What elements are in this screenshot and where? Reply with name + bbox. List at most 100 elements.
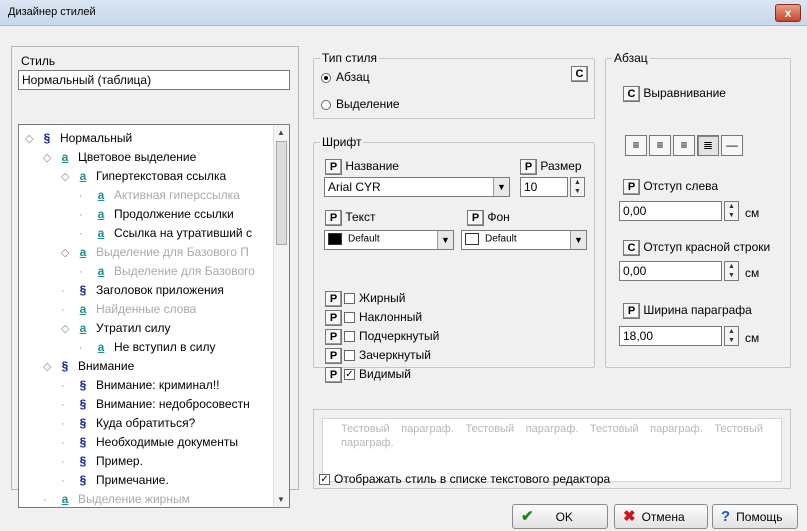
left-indent-input[interactable]: 0,00: [619, 201, 722, 221]
show-in-list-box[interactable]: ✓: [319, 474, 330, 486]
first-indent-input[interactable]: 0,00: [619, 261, 722, 281]
tree-item[interactable]: · a Активная гиперссылка: [79, 186, 240, 205]
text-color-p-button[interactable]: P: [325, 210, 342, 226]
font-check-p-button[interactable]: P: [325, 291, 342, 307]
scroll-down-icon[interactable]: ▼: [277, 495, 285, 504]
font-size-input[interactable]: 10: [520, 177, 568, 197]
scroll-up-icon[interactable]: ▲: [277, 128, 285, 137]
tree-item[interactable]: · a Ссылка на утративший с: [79, 224, 252, 243]
align-left-icon[interactable]: ≡: [625, 135, 647, 156]
font-size-spinner[interactable]: ▲ ▼: [570, 177, 585, 197]
tree-item[interactable]: · a Продолжение ссылки: [79, 205, 234, 224]
text-color-select[interactable]: Default ▼: [324, 230, 454, 250]
tree-item[interactable]: · § Необходимые документы: [61, 433, 238, 452]
tree-connector: ·: [79, 209, 83, 221]
width-input[interactable]: 18,00: [619, 326, 722, 346]
alignment-label: Выравнивание: [643, 86, 726, 100]
expand-icon[interactable]: ◇: [61, 168, 73, 187]
font-check-box[interactable]: [344, 331, 355, 343]
font-size-p-button[interactable]: P: [520, 159, 537, 175]
font-check-box[interactable]: ✓: [344, 369, 355, 381]
width-spinner[interactable]: ▲ ▼: [724, 326, 739, 346]
font-check-box[interactable]: [344, 312, 355, 324]
first-indent-spinner[interactable]: ▲ ▼: [724, 261, 739, 281]
tree-item[interactable]: · a Не вступил в силу: [79, 338, 216, 357]
tree-scrollbar[interactable]: ▲ ▼: [273, 125, 289, 507]
font-check-row[interactable]: P Наклонный: [325, 310, 422, 326]
left-indent-spinner[interactable]: ▲ ▼: [724, 201, 739, 221]
font-check-p-button[interactable]: P: [325, 367, 342, 383]
align-right-icon[interactable]: ≡: [673, 135, 695, 156]
tree-item[interactable]: ◇ a Утратил силу: [61, 319, 170, 338]
text-color-label: Текст: [345, 210, 376, 224]
font-check-p-button[interactable]: P: [325, 348, 342, 364]
expand-icon[interactable]: ◇: [43, 149, 55, 168]
tree-item[interactable]: · a Найденные слова: [61, 300, 196, 319]
help-button[interactable]: ? Помощь: [712, 504, 798, 529]
character-style-icon: a: [97, 226, 105, 240]
left-indent-p-button[interactable]: P: [623, 179, 640, 195]
font-name-dropdown-icon[interactable]: ▼: [493, 178, 509, 196]
font-size-label: Размер: [540, 159, 582, 173]
show-in-list-checkbox[interactable]: ✓ Отображать стиль в списке текстового ре…: [317, 472, 610, 486]
tree-item-label: Продолжение ссылки: [114, 207, 234, 221]
radio-paragraph[interactable]: Абзац: [321, 70, 370, 84]
scroll-thumb[interactable]: [276, 141, 287, 245]
tree-item[interactable]: ◇ § Внимание: [43, 357, 134, 376]
font-check-p-button[interactable]: P: [325, 329, 342, 345]
expand-icon[interactable]: ◇: [25, 130, 37, 149]
paragraph-style-icon: §: [79, 454, 87, 468]
expand-icon[interactable]: ◇: [61, 320, 73, 339]
tree-item[interactable]: ◇ § Нормальный: [25, 129, 132, 148]
close-button[interactable]: x: [775, 4, 801, 22]
tree-item[interactable]: · § Куда обратиться?: [61, 414, 195, 433]
question-icon: ?: [721, 508, 731, 525]
tree-item[interactable]: · § Заголовок приложения: [61, 281, 224, 300]
bg-color-select[interactable]: Default ▼: [461, 230, 587, 250]
style-tree[interactable]: ◇ § Нормальный ◇ a Цветовое выделение ◇ a Гиперт…: [18, 124, 290, 508]
tree-item[interactable]: ◇ a Выделение для Базового П: [61, 243, 249, 262]
character-style-icon: a: [97, 188, 105, 202]
font-check-row[interactable]: P Подчеркнутый: [325, 329, 439, 345]
style-type-c-button[interactable]: C: [571, 66, 588, 82]
align-center-icon[interactable]: ≡: [649, 135, 671, 156]
tree-item[interactable]: · § Пример.: [61, 452, 143, 471]
alignment-c-button[interactable]: C: [623, 86, 640, 102]
left-indent-unit: см: [745, 206, 760, 220]
align-justify-icon[interactable]: ≣: [697, 135, 719, 156]
tree-item[interactable]: ◇ a Цветовое выделение: [43, 148, 196, 167]
radio-selection-dot[interactable]: [321, 99, 331, 110]
tree-item[interactable]: · § Внимание: недобросовестн: [61, 395, 250, 414]
cancel-button[interactable]: ✖ Отмена: [614, 504, 708, 529]
paragraph-style-icon: §: [79, 397, 87, 411]
font-check-box[interactable]: [344, 350, 355, 362]
tree-item[interactable]: ◇ a Гипертекстовая ссылка: [61, 167, 226, 186]
radio-paragraph-dot[interactable]: [321, 72, 331, 83]
tree-item[interactable]: · a Выделение для Базового: [79, 262, 255, 281]
text-color-label-row: P Текст: [325, 210, 376, 226]
font-check-p-button[interactable]: P: [325, 310, 342, 326]
font-name-select[interactable]: Arial CYR ▼: [324, 177, 510, 197]
font-name-p-button[interactable]: P: [325, 159, 342, 175]
font-check-box[interactable]: [344, 293, 355, 305]
font-check-row[interactable]: P Зачеркнутый: [325, 348, 431, 364]
bg-color-dropdown-icon[interactable]: ▼: [570, 231, 586, 249]
radio-selection[interactable]: Выделение: [321, 97, 400, 111]
bg-color-p-button[interactable]: P: [467, 210, 484, 226]
style-name-input[interactable]: Нормальный (таблица): [18, 70, 290, 90]
no-align-icon[interactable]: —: [721, 135, 743, 156]
ok-button[interactable]: ✔ OK: [512, 504, 608, 529]
font-check-row[interactable]: P ✓ Видимый: [325, 367, 411, 383]
text-color-dropdown-icon[interactable]: ▼: [437, 231, 453, 249]
tree-item[interactable]: · § Примечание.: [61, 471, 169, 490]
first-indent-c-button[interactable]: C: [623, 240, 640, 256]
tree-connector: ·: [79, 266, 83, 278]
expand-icon[interactable]: ◇: [43, 358, 55, 377]
paragraph-style-icon: §: [79, 378, 87, 392]
tree-item[interactable]: · § Внимание: криминал!!: [61, 376, 219, 395]
font-check-row[interactable]: P Жирный: [325, 291, 405, 307]
tree-item[interactable]: · a Выделение жирным: [43, 490, 190, 507]
title-bar: Дизайнер стилей x: [0, 0, 807, 26]
expand-icon[interactable]: ◇: [61, 244, 73, 263]
width-p-button[interactable]: P: [623, 303, 640, 319]
